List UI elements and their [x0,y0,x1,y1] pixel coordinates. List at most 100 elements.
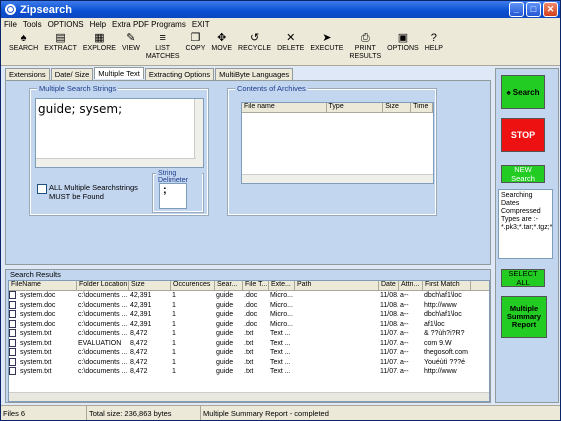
delimiter-input[interactable]: ; [159,183,187,209]
table-cell: c:\documents ... [78,349,128,356]
multiple-summary-button[interactable]: Multiple Summary Report [501,296,547,338]
menu-extra-pdf[interactable]: Extra PDF Programs [112,20,186,29]
toolbar-label: VIEW [121,45,140,52]
toolbar-move-button[interactable]: ✥ MOVE [211,30,232,65]
select-all-button[interactable]: SELECT ALL [501,269,545,287]
delimiter-group: String Delimeter ; [152,170,204,213]
archives-col-size[interactable]: Size [383,103,412,112]
textarea-vscroll[interactable] [194,99,203,167]
stop-button[interactable]: STOP [501,118,545,152]
table-cell: 11/07... [380,349,398,356]
results-col-3[interactable]: Occurences [171,281,215,290]
table-cell: Text ... [270,349,291,356]
toolbar-help-button[interactable]: ? HELP [425,30,443,65]
multiple-search-label: Multiple Search Strings [37,84,119,93]
table-row[interactable]: system.txt EVALUATION 8,472 1 guide .txt Text … [9,338,489,349]
toolbar-label: PRINT RESULTS [349,45,382,60]
table-cell: .txt [244,368,254,375]
toolbar-label: OPTIONS [387,45,419,52]
menu-exit[interactable]: EXIT [192,20,210,29]
table-cell: guide [216,358,234,366]
results-col-4[interactable]: Sear... [215,281,243,290]
table-cell: a-- [400,330,409,337]
toolbar-delete-button[interactable]: ✕ DELETE [277,30,304,65]
minimize-button[interactable]: _ [509,2,524,17]
tab-date-size[interactable]: Date/ Size [50,68,94,80]
toolbar-view-button[interactable]: ✎ VIEW [122,30,140,65]
toolbar-label: HELP [424,45,443,52]
multiple-search-group: Multiple Search Strings guide; sysem; AL… [29,84,209,216]
toolbar-execute-button[interactable]: ➤ EXECUTE [310,30,343,65]
tab-extensions[interactable]: Extensions [5,68,50,80]
table-row[interactable]: system.doc c:\documents ... 42,391 1 guide .d… [9,310,489,320]
table-row[interactable]: system.doc c:\documents ... 42,391 1 guide .d… [9,291,489,301]
tab-multibyte-languages[interactable]: MultiByte Languages [215,68,294,80]
results-col-7[interactable]: Path [295,281,379,290]
table-cell: c:\documents ... [78,368,128,375]
table-cell: 42,391 [130,292,152,299]
table-cell: a-- [400,349,409,356]
recycle-icon: ↺ [249,32,260,44]
results-col-6[interactable]: Exte... [269,281,295,290]
tab-extracting-options[interactable]: Extracting Options [144,68,215,80]
tab-multiple-text[interactable]: Multiple Text [94,67,144,79]
archives-header: File name Type Size Time [242,103,433,113]
menu-options[interactable]: OPTIONS [48,20,84,29]
table-cell: guide [216,368,234,375]
archives-hscroll[interactable] [242,174,433,183]
table-cell: 8,472 [130,368,148,375]
table-row[interactable]: system.txt c:\documents ... 8,472 1 guide .tx… [9,348,489,358]
archives-col-time[interactable]: Time [411,103,433,112]
document-icon [9,310,16,318]
table-row[interactable]: system.doc c:\documents ... 42,391 1 guide .d… [9,300,489,311]
archives-list[interactable]: File name Type Size Time [241,102,434,184]
table-row[interactable]: system.txt c:\documents ... 8,472 1 guide .tx… [9,367,489,377]
new-search-button[interactable]: NEW Search [501,165,545,183]
results-col-1[interactable]: Folder Location [77,281,129,290]
archives-col-type[interactable]: Type [327,103,384,112]
search-button[interactable]: ♠ Search [501,75,545,109]
results-col-10[interactable]: First Match [423,281,471,290]
toolbar-label: RECYCLE [238,45,272,52]
table-row[interactable]: system.doc c:\documents ... 42,391 1 guide .d… [9,319,489,330]
results-col-8[interactable]: Date [379,281,399,290]
toolbar-explore-button[interactable]: ▦ EXPLORE [83,30,116,65]
must-be-found-checkbox[interactable] [37,184,47,194]
table-cell: 1 [172,301,176,309]
menu-file[interactable]: File [4,20,17,29]
table-row[interactable]: system.txt c:\documents ... 8,472 1 guide .tx… [9,357,489,368]
table-cell: 1 [172,330,176,337]
toolbar-copy-button[interactable]: ❐ COPY [186,30,206,65]
menu-tools[interactable]: Tools [23,20,42,29]
toolbar-recycle-button[interactable]: ↺ RECYCLE [238,30,271,65]
results-col-0[interactable]: FileName [9,281,77,290]
toolbar-label: LIST MATCHES [145,45,180,60]
maximize-button[interactable]: □ [526,2,541,17]
table-cell: http://www [424,368,457,375]
close-button[interactable]: ✕ [543,2,558,17]
table-cell: thegosoft.com [424,349,468,356]
delimiter-label: String Delimeter [156,170,202,184]
table-cell: .doc [244,320,258,328]
toolbar-label: MOVE [211,45,233,52]
textarea-hscroll[interactable] [36,158,196,167]
document-icon [9,348,16,356]
toolbar-options-button[interactable]: ▣ OPTIONS [387,30,419,65]
results-hscroll[interactable] [9,392,489,401]
results-grid[interactable]: FileName Folder Location Size Occurences Sea… [8,280,490,402]
results-col-5[interactable]: File T... [243,281,269,290]
table-cell [294,348,378,358]
search-strings-textarea[interactable]: guide; sysem; [35,98,204,168]
toolbar-extract-button[interactable]: ▤ EXTRACT [44,30,77,65]
archives-col-filename[interactable]: File name [242,103,327,112]
table-cell: Text ... [270,368,291,375]
table-row[interactable]: system.txt c:\documents ... 8,472 1 guide .tx… [9,329,489,339]
results-col-2[interactable]: Size [129,281,171,290]
table-cell: Text ... [270,339,291,347]
toolbar-print-results-button[interactable]: ⎙ PRINT RESULTS [349,30,381,65]
table-cell: Micro... [270,292,293,299]
toolbar-search-button[interactable]: ♠ SEARCH [9,30,38,65]
results-col-9[interactable]: Attri... [399,281,423,290]
toolbar-list-matches-button[interactable]: ≡ LIST MATCHES [146,30,180,65]
menu-help[interactable]: Help [90,20,106,29]
